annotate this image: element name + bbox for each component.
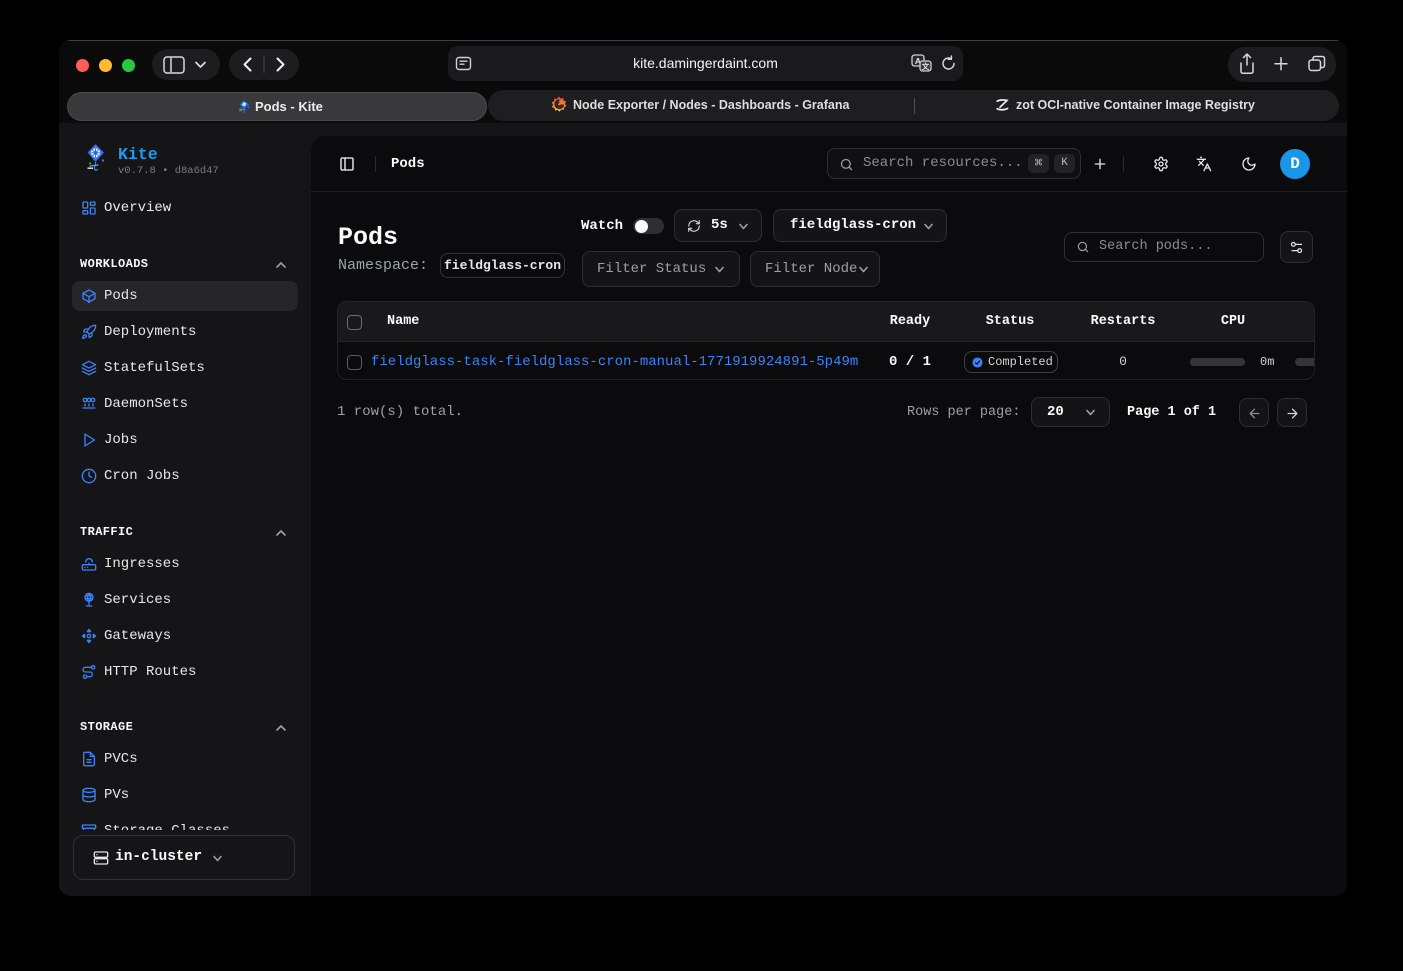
svg-text:文: 文 xyxy=(922,61,930,71)
